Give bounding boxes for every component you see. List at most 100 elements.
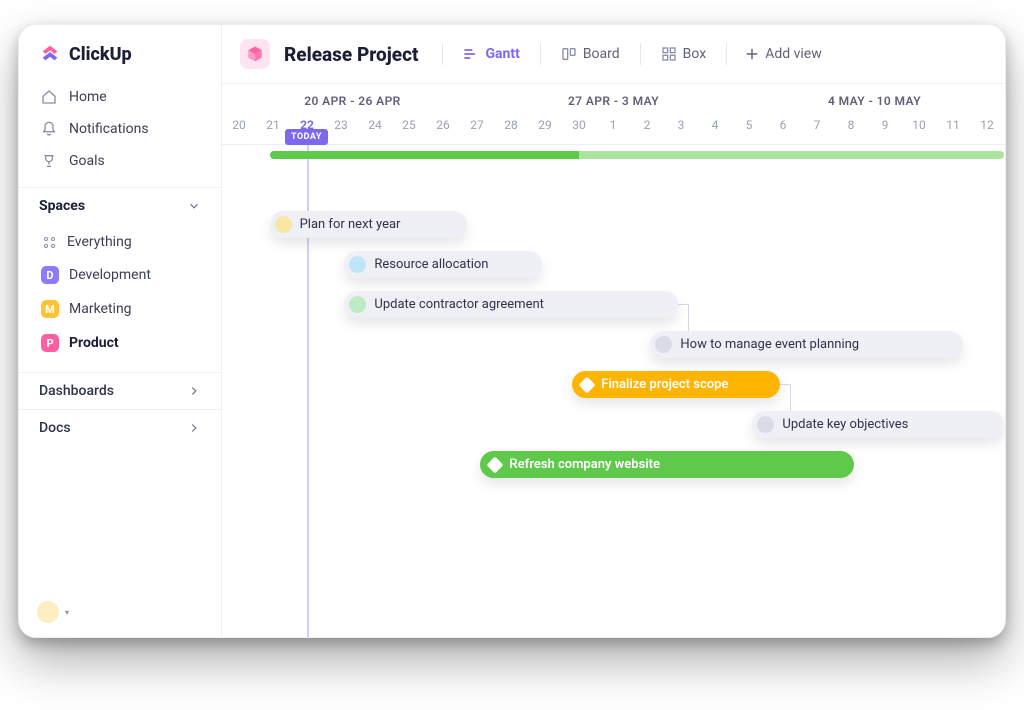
task-label: How to manage event planning [680,337,859,352]
brand[interactable]: ClickUp [19,25,221,77]
space-marketing[interactable]: M Marketing [31,292,209,326]
space-badge: P [41,334,59,352]
plus-icon [745,47,759,61]
status-dot [349,256,366,273]
caret-down-icon: ▾ [65,608,69,617]
space-label: Everything [67,234,132,250]
dashboards-link[interactable]: Dashboards [19,372,221,409]
tab-box[interactable]: Box [659,42,709,66]
day-cell: 3 [664,114,698,144]
task-label: Refresh company website [509,457,660,472]
day-cell: 11 [936,114,970,144]
day-cell: 9 [868,114,902,144]
project-icon [240,39,270,69]
chevron-right-icon [187,384,201,398]
grid-icon [661,46,677,62]
nav-goals[interactable]: Goals [31,145,209,177]
avatar [37,601,59,623]
day-labels: 2021222324252627282930123456789101112TOD… [222,114,1005,144]
clickup-logo-icon [39,43,61,65]
day-cell: 25 [392,114,426,144]
status-dot [757,416,774,433]
gantt-bar-resource-alloc[interactable]: Resource allocation [344,251,541,278]
day-cell: 24 [358,114,392,144]
space-label: Product [69,335,119,351]
day-cell: 27 [460,114,494,144]
box-icon [246,45,264,63]
board-icon [561,46,577,62]
day-cell: 6 [766,114,800,144]
user-menu[interactable]: ▾ [19,587,221,637]
primary-nav: Home Notifications Goals [19,77,221,187]
day-cell: 5 [732,114,766,144]
day-cell: 10 [902,114,936,144]
tab-gantt[interactable]: Gantt [461,42,521,66]
task-label: Update contractor agreement [374,297,544,312]
chevron-right-icon [187,421,201,435]
spaces-list: Everything D Development M Marketing P P… [19,224,221,372]
gantt-bar-finalize-scope[interactable]: Finalize project scope [572,371,779,398]
nav-label: Home [69,89,107,105]
day-cell: 1 [596,114,630,144]
app-frame: ClickUp Home Notifications Goals Spaces [18,24,1006,638]
tab-board[interactable]: Board [559,42,622,66]
gantt-bar-plan-next-year[interactable]: Plan for next year [270,211,467,238]
section-title: Dashboards [39,383,114,399]
summary-band [270,151,1004,159]
today-badge: TODAY [285,129,328,145]
day-cell: 4 [698,114,732,144]
task-label: Finalize project scope [601,377,728,392]
day-cell: 30 [562,114,596,144]
day-cell: 7 [800,114,834,144]
week-labels: 20 APR - 26 APR 27 APR - 3 MAY 4 MAY - 1… [222,84,1005,114]
status-dot [655,336,672,353]
space-product[interactable]: P Product [31,326,209,360]
bell-icon [41,121,57,137]
day-cell: 28 [494,114,528,144]
diamond-icon [487,456,504,473]
home-icon [41,89,57,105]
day-cell: 12 [970,114,1004,144]
gantt-bar-event-planning[interactable]: How to manage event planning [650,331,963,358]
space-label: Marketing [69,301,132,317]
status-dot [275,216,292,233]
gantt-bar-update-objectives[interactable]: Update key objectives [752,411,1004,438]
space-label: Development [69,267,151,283]
topbar: Release Project Gantt Board Box Add view [222,25,1005,84]
space-development[interactable]: D Development [31,258,209,292]
task-label: Plan for next year [300,217,401,232]
day-cell: 26 [426,114,460,144]
space-badge: M [41,300,59,318]
week-label: 4 MAY - 10 MAY [744,94,1005,108]
day-cell: 23 [324,114,358,144]
week-label: 27 APR - 3 MAY [483,94,744,108]
chevron-down-icon [187,199,201,213]
day-cell: 2 [630,114,664,144]
nav-label: Notifications [69,121,149,137]
day-cell: 20 [222,114,256,144]
nav-label: Goals [69,153,105,169]
day-cell: 29 [528,114,562,144]
brand-name: ClickUp [69,44,132,65]
add-view-button[interactable]: Add view [745,46,822,62]
space-everything[interactable]: Everything [31,226,209,258]
space-badge: D [41,266,59,284]
task-label: Update key objectives [782,417,908,432]
everything-icon [41,234,57,250]
task-label: Resource allocation [374,257,488,272]
nav-notifications[interactable]: Notifications [31,113,209,145]
gantt-chart[interactable]: Plan for next year Resource allocation Upd… [222,145,1005,637]
trophy-icon [41,153,57,169]
timeline-header: 20 APR - 26 APR 27 APR - 3 MAY 4 MAY - 1… [222,84,1005,145]
status-dot [349,296,366,313]
diamond-icon [579,376,596,393]
gantt-bar-refresh-website[interactable]: Refresh company website [480,451,854,478]
sidebar: ClickUp Home Notifications Goals Spaces [19,25,222,637]
docs-link[interactable]: Docs [19,409,221,446]
section-title: Docs [39,420,71,436]
main: Release Project Gantt Board Box Add view [222,25,1005,637]
gantt-bar-update-contractor[interactable]: Update contractor agreement [344,291,677,318]
nav-home[interactable]: Home [31,81,209,113]
gantt-icon [463,46,479,62]
spaces-header[interactable]: Spaces [19,187,221,224]
